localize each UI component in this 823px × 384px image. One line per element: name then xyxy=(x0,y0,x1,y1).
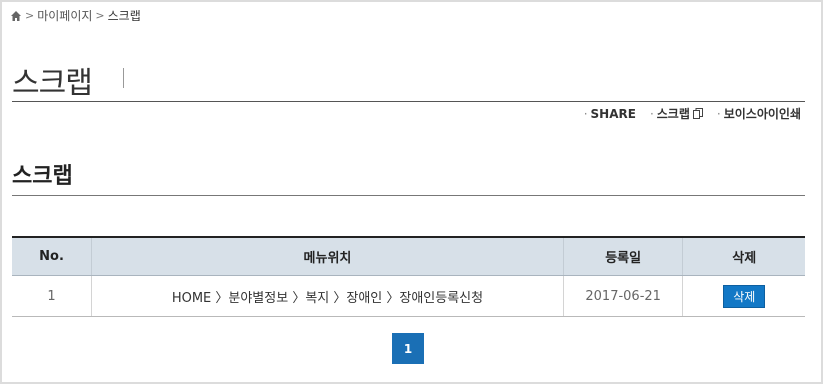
breadcrumb: > 마이페이지 > 스크랩 xyxy=(10,7,141,24)
utility-links: · SHARE · 스크랩 · 보이스아이인쇄 xyxy=(584,105,801,122)
share-link[interactable]: · SHARE xyxy=(584,105,636,122)
header-delete: 삭제 xyxy=(682,236,805,276)
scrap-label: 스크랩 xyxy=(656,107,690,121)
row-menu-location[interactable]: HOME 〉분야별정보 〉복지 〉장애인 〉장애인등록신청 xyxy=(91,275,564,317)
section-title: 스크랩 xyxy=(12,164,73,189)
delete-button[interactable]: 삭제 xyxy=(723,284,766,308)
table-header-row: No. 메뉴위치 등록일 삭제 xyxy=(12,236,805,276)
header-no: No. xyxy=(12,236,92,276)
home-icon[interactable] xyxy=(10,10,22,22)
voiceeye-print-link[interactable]: · 보이스아이인쇄 xyxy=(717,105,801,122)
scrap-link[interactable]: · 스크랩 xyxy=(650,105,703,122)
page-1-button[interactable]: 1 xyxy=(392,333,424,364)
scrap-page: > 마이페이지 > 스크랩 스크랩 · SHARE · 스크랩 · 보이스아이인… xyxy=(0,0,823,384)
breadcrumb-item-scrap: 스크랩 xyxy=(107,9,141,23)
breadcrumb-separator: > xyxy=(25,9,35,22)
page-title: 스크랩 xyxy=(12,66,93,101)
table-row: 1 HOME 〉분야별정보 〉복지 〉장애인 〉장애인등록신청 2017-06-… xyxy=(12,275,805,317)
title-divider xyxy=(123,68,124,88)
breadcrumb-item-mypage[interactable]: 마이페이지 xyxy=(37,7,92,24)
voiceeye-print-label: 보이스아이인쇄 xyxy=(723,107,801,121)
breadcrumb-separator: > xyxy=(95,9,105,22)
title-rule xyxy=(12,101,805,102)
row-date: 2017-06-21 xyxy=(562,275,683,317)
row-delete-cell: 삭제 xyxy=(682,275,805,317)
copy-icon xyxy=(692,108,703,119)
scrap-table: No. 메뉴위치 등록일 삭제 1 HOME 〉분야별정보 〉복지 〉장애인 〉… xyxy=(12,236,805,317)
row-no: 1 xyxy=(12,275,92,317)
share-label: SHARE xyxy=(590,106,636,121)
header-menu-location: 메뉴위치 xyxy=(91,236,564,276)
header-date: 등록일 xyxy=(562,236,683,276)
section-rule xyxy=(12,195,805,196)
